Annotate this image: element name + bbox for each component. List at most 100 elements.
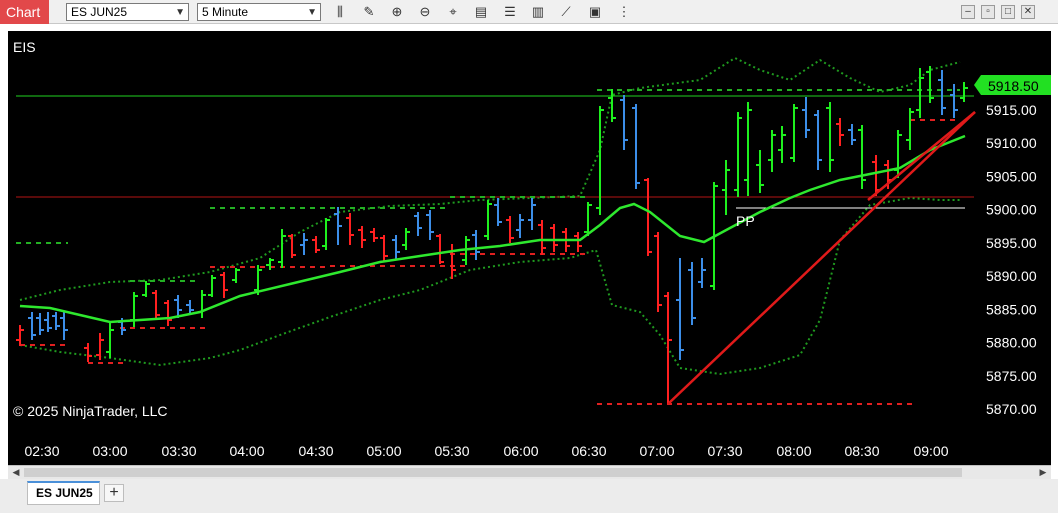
ohlc-bar	[802, 97, 810, 138]
ohlc-bar	[790, 104, 798, 162]
ohlc-bar	[220, 272, 228, 298]
chart-toolbar: Chart ES JUN25 ▼ 5 Minute ▼ ⫼ ✎ ⊕ ⊖ ⌖ ▤ …	[0, 0, 1058, 24]
ohlc-bar	[632, 104, 640, 189]
instrument-select-value: ES JUN25	[71, 5, 128, 19]
time-tick-label: 05:00	[366, 443, 401, 459]
ohlc-bar	[472, 230, 480, 260]
ohlc-bar	[688, 262, 696, 325]
ohlc-bar	[768, 130, 776, 172]
ohlc-bar	[142, 281, 150, 297]
interval-select[interactable]: 5 Minute ▼	[197, 3, 321, 21]
tab-es-jun25[interactable]: ES JUN25	[27, 481, 100, 505]
ohlc-bar	[836, 118, 844, 146]
bar-style-icon[interactable]: ⫼	[331, 3, 349, 21]
symbol-label: EIS	[13, 39, 36, 55]
uptrend-line-secondary	[867, 111, 976, 201]
crosshair-icon[interactable]: ⌖	[444, 3, 462, 21]
chevron-down-icon: ▼	[307, 7, 317, 18]
ohlc-bar	[484, 200, 492, 240]
indicators-icon[interactable]: ▥	[529, 3, 547, 21]
ohlc-bar	[894, 130, 902, 178]
draw-pencil-icon[interactable]: ✎	[360, 3, 378, 21]
ohlc-bar	[44, 312, 52, 332]
ohlc-bar	[938, 70, 946, 115]
ohlc-bar	[278, 229, 286, 268]
time-tick-label: 08:00	[776, 443, 811, 459]
price-tick-label: 5915.00	[986, 102, 1037, 118]
ohlc-bar	[164, 300, 172, 326]
ohlc-bar	[106, 323, 114, 358]
ohlc-bar	[174, 295, 182, 318]
scroll-right-icon[interactable]: ▶	[1036, 466, 1050, 479]
time-tick-label: 03:00	[92, 443, 127, 459]
price-tick-label: 5890.00	[986, 268, 1037, 284]
zoom-in-icon[interactable]: ⊕	[388, 3, 406, 21]
ohlc-bar	[506, 216, 514, 243]
ohlc-bar	[152, 290, 160, 320]
ohlc-bar	[654, 232, 662, 312]
copyright-text: © 2025 NinjaTrader, LLC	[13, 403, 168, 419]
time-tick-label: 08:30	[844, 443, 879, 459]
maximize-icon[interactable]: □	[1001, 5, 1015, 19]
ohlc-bar	[664, 292, 672, 404]
zoom-out-icon[interactable]: ⊖	[416, 3, 434, 21]
ohlc-bar	[266, 258, 274, 270]
ohlc-bar	[312, 236, 320, 253]
minimize-icon[interactable]: ‒	[961, 5, 975, 19]
chart-badge[interactable]: Chart	[0, 0, 49, 24]
ohlc-bar	[722, 160, 730, 215]
ohlc-bar	[402, 228, 410, 250]
ohlc-bar	[414, 212, 422, 236]
close-icon[interactable]: ✕	[1021, 5, 1035, 19]
ohlc-bar	[208, 275, 216, 297]
ohlc-bar	[232, 268, 240, 283]
ohlc-bar	[96, 333, 104, 360]
ohlc-bar	[370, 228, 378, 242]
instrument-select[interactable]: ES JUN25 ▼	[66, 3, 189, 21]
scroll-left-icon[interactable]: ◀	[9, 466, 23, 479]
ohlc-bar	[392, 235, 400, 260]
moving-average	[19, 134, 966, 324]
price-chart[interactable]: EIS © 2025 NinjaTrader, LLC PP 5915.00 59…	[8, 31, 1051, 465]
ohlc-bar	[596, 106, 604, 215]
scrollbar-thumb[interactable]	[24, 468, 962, 477]
restore-icon[interactable]: ▫	[981, 5, 995, 19]
ohlc-bar	[28, 312, 36, 340]
data-box-icon[interactable]: ▤	[472, 3, 490, 21]
last-price-value: 5918.50	[988, 78, 1039, 94]
templates-icon[interactable]: ▣	[586, 3, 604, 21]
ohlc-bar	[300, 233, 308, 255]
more-icon[interactable]: ⋮	[615, 3, 633, 21]
ohlc-bar	[380, 235, 388, 262]
time-tick-label: 04:00	[229, 443, 264, 459]
time-tick-label: 07:30	[707, 443, 742, 459]
ohlc-bar	[84, 343, 92, 362]
price-tick-label: 5870.00	[986, 401, 1037, 417]
price-tick-label: 5910.00	[986, 135, 1037, 151]
interval-select-value: 5 Minute	[202, 5, 249, 19]
ohlc-bar	[198, 290, 206, 318]
ohlc-bar	[36, 313, 44, 335]
strategies-icon[interactable]: ⟋	[557, 3, 575, 21]
pivot-point-label: PP	[736, 213, 755, 229]
ohlc-bar	[926, 66, 934, 103]
time-tick-label: 04:30	[298, 443, 333, 459]
chart-scrollbar[interactable]: ◀ ▶	[8, 465, 1051, 479]
chart-panel[interactable]: EIS © 2025 NinjaTrader, LLC PP 5915.00 59…	[8, 31, 1051, 465]
price-tick-label: 5895.00	[986, 235, 1037, 251]
ohlc-bar	[644, 178, 652, 256]
tab-bar: ES JUN25 +	[0, 479, 1058, 513]
ohlc-bar	[734, 112, 742, 197]
time-tick-label: 02:30	[24, 443, 59, 459]
ohlc-bar	[52, 312, 60, 330]
ohlc-bar	[538, 220, 546, 255]
ohlc-bar	[288, 234, 296, 258]
price-tick-label: 5875.00	[986, 368, 1037, 384]
ohlc-bar	[426, 210, 434, 240]
add-tab-button[interactable]: +	[104, 484, 124, 502]
ma-line	[19, 134, 966, 324]
ohlc-bar	[858, 125, 866, 189]
ohlc-bar	[334, 207, 342, 245]
properties-icon[interactable]: ☰	[501, 3, 519, 21]
chevron-down-icon: ▼	[175, 7, 185, 18]
